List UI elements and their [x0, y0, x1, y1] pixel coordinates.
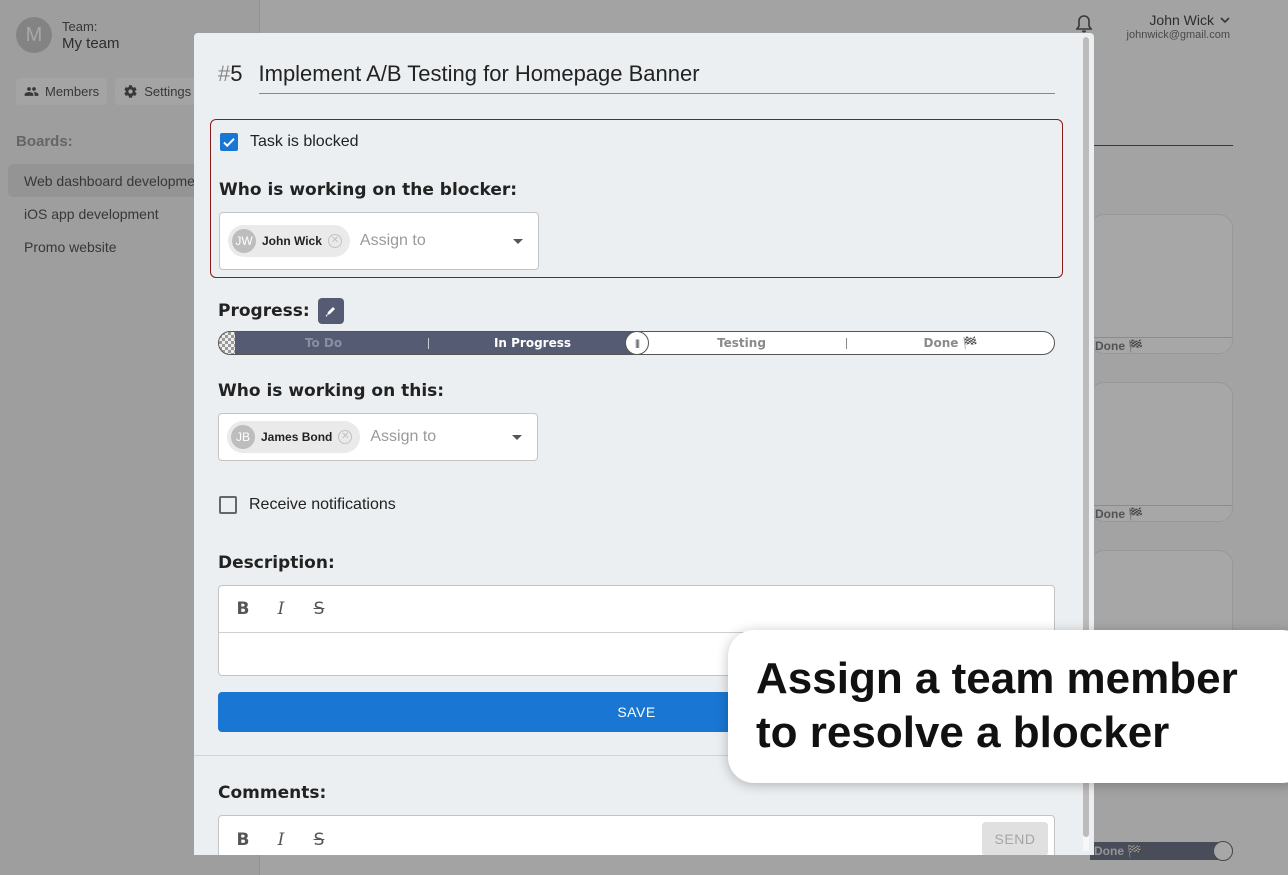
task-number: #5: [218, 61, 243, 86]
assignee-name: James Bond: [261, 430, 333, 444]
pencil-icon: [325, 307, 335, 317]
progress-slider[interactable]: To Do In Progress Testing Done 🏁 |||: [218, 331, 1055, 355]
dropdown-arrow-icon[interactable]: [512, 434, 522, 440]
italic-button[interactable]: I: [273, 830, 289, 850]
notifications-checkbox-row[interactable]: Receive notifications: [219, 496, 396, 514]
comment-toolbar: B I S: [219, 816, 1054, 855]
blocked-checkbox-label: Task is blocked: [250, 133, 359, 150]
assignee-name: John Wick: [262, 234, 322, 248]
comments-heading: Comments:: [218, 783, 327, 803]
assignee-heading: Who is working on this:: [218, 381, 445, 401]
avatar: JB: [231, 425, 255, 449]
stage-done[interactable]: Done 🏁: [846, 332, 1055, 354]
assign-placeholder: Assign to: [359, 232, 426, 249]
send-comment-button[interactable]: SEND: [982, 822, 1048, 855]
blocker-assignee-heading: Who is working on the blocker:: [219, 180, 518, 200]
stage-testing[interactable]: Testing: [637, 332, 846, 354]
edit-progress-button[interactable]: [317, 298, 344, 324]
remove-chip-icon[interactable]: ✕: [338, 430, 353, 444]
strikethrough-button[interactable]: S: [311, 830, 327, 850]
bold-button[interactable]: B: [235, 599, 251, 619]
assign-placeholder: Assign to: [370, 428, 437, 445]
progress-heading: Progress:: [218, 298, 344, 324]
comment-editor[interactable]: B I S SEND: [218, 815, 1055, 855]
strikethrough-button[interactable]: S: [311, 599, 327, 619]
callout-line-2: to resolve a blocker: [756, 708, 1170, 757]
blocker-section: Task is blocked Who is working on the bl…: [210, 119, 1063, 278]
remove-chip-icon[interactable]: ✕: [327, 234, 342, 248]
stage-in-progress[interactable]: In Progress: [428, 332, 637, 354]
description-toolbar: B I S: [219, 586, 1054, 633]
task-title-input[interactable]: Implement A/B Testing for Homepage Banne…: [258, 61, 1055, 94]
italic-button[interactable]: I: [273, 599, 289, 619]
blocked-checkbox-row[interactable]: Task is blocked: [220, 133, 359, 151]
callout-line-1: Assign a team member: [756, 654, 1238, 703]
notifications-checkbox[interactable]: [219, 496, 237, 514]
assignee-chip: JW John Wick ✕: [228, 225, 350, 257]
tutorial-callout: Assign a team member to resolve a blocke…: [728, 630, 1288, 783]
stage-todo[interactable]: To Do: [219, 332, 428, 354]
check-icon: [223, 138, 235, 148]
assignee-chip: JB James Bond ✕: [227, 421, 361, 453]
assignee-select[interactable]: JB James Bond ✕ Assign to: [218, 413, 538, 461]
avatar: JW: [232, 229, 256, 253]
blocked-checkbox[interactable]: [220, 133, 238, 151]
notifications-label: Receive notifications: [249, 496, 396, 513]
blocker-assignee-select[interactable]: JW John Wick ✕ Assign to: [219, 212, 539, 270]
progress-knob[interactable]: |||: [625, 331, 649, 355]
description-heading: Description:: [218, 553, 335, 573]
task-header: #5 Implement A/B Testing for Homepage Ba…: [218, 61, 1055, 94]
bold-button[interactable]: B: [235, 830, 251, 850]
dropdown-arrow-icon[interactable]: [513, 238, 523, 244]
